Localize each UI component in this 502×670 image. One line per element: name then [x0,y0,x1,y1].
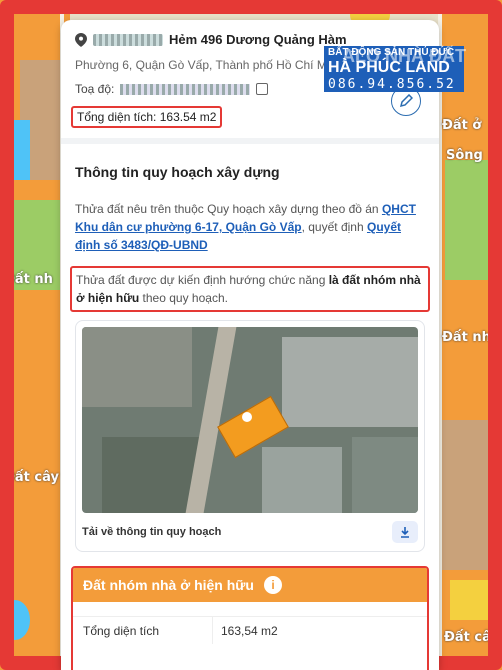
address-row: Hẻm 496 Dương Quảng Hàm [75,32,347,47]
planning-text: , quyết định [301,220,367,234]
zone-area-value: 163,54 m2 [221,623,278,638]
zone-area-row: Tổng diện tích 163,54 m2 [73,616,427,644]
map-label: Đất cây [4,470,59,485]
download-row: Tải về thông tin quy hoạch [82,521,418,543]
planning-section-title: Thông tin quy hoạch xây dựng [75,164,280,180]
pencil-icon [399,94,413,108]
planning-description: Thửa đất nêu trên thuộc Quy hoạch xây dự… [75,200,425,254]
balloon-decoration [0,600,30,640]
map-zone [0,120,30,180]
total-area-highlight: Tổng diện tích: 163.54 m2 [71,106,223,128]
function-text: theo quy hoạch. [139,291,228,305]
land-zone-panel: Đất nhóm nhà ở hiện hữu i Tổng diện tích… [71,566,429,670]
map-block [282,337,418,427]
download-label: Tải về thông tin quy hoạch [82,526,222,538]
map-zone [450,580,490,620]
planning-text: Thửa đất nêu trên thuộc Quy hoạch xây dự… [75,202,382,216]
overlay-watermark: ALO NHÀ ĐẤT [342,46,466,66]
map-block [262,447,342,513]
section-divider [61,138,439,144]
map-label: Đất nh [442,330,491,345]
map-zone [440,420,502,570]
planning-map-panel: Tải về thông tin quy hoạch [75,320,425,552]
map-block [82,327,192,407]
zone-header[interactable]: Đất nhóm nhà ở hiện hữu i [73,568,427,602]
zone-title: Đất nhóm nhà ở hiện hữu [83,577,254,593]
download-icon [401,527,409,538]
map-label: Đất nh [4,272,53,287]
location-pin-icon [75,32,87,47]
redacted-house-number [93,33,163,46]
copy-icon[interactable] [256,83,269,95]
address-ward-city: Phường 6, Quận Gò Vấp, Thành phố Hồ Chí … [75,58,343,72]
download-button[interactable] [392,521,418,543]
land-function-highlight: Thửa đất được dự kiến định hướng chức nă… [70,266,430,312]
plot-marker-icon [242,412,252,422]
redacted-coordinates [120,83,251,95]
property-info-card: Hẻm 496 Dương Quảng Hàm Phường 6, Quận G… [61,20,439,670]
map-label: Sông [446,148,483,163]
address-street: Hẻm 496 Dương Quảng Hàm [169,32,347,47]
map-zone [445,160,495,280]
map-block [352,437,418,513]
coordinates-row: Toạ độ: [75,82,269,96]
coord-label: Toạ độ: [75,82,115,96]
zone-area-key: Tổng diện tích [73,617,213,644]
brand-phone: 086.94.856.52 [324,77,464,92]
map-label: Đất cây [444,630,499,645]
function-text: Thửa đất được dự kiến định hướng chức nă… [76,273,329,287]
info-icon[interactable]: i [263,576,282,594]
satellite-map-image[interactable] [82,327,418,513]
map-label: Đất ở [442,118,482,133]
